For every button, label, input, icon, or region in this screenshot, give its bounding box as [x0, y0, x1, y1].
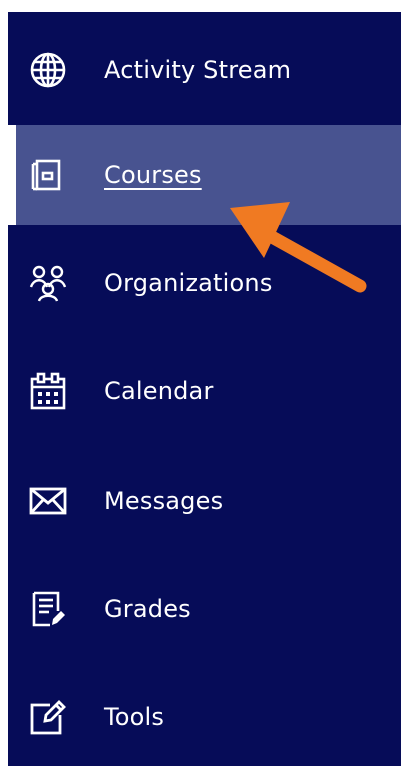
nav-item-messages[interactable]: Messages — [8, 451, 401, 551]
nav-item-grades[interactable]: Grades — [8, 559, 401, 659]
nav-item-activity-stream[interactable]: Activity Stream — [8, 20, 401, 120]
nav-item-calendar[interactable]: Calendar — [8, 341, 401, 441]
grades-icon — [28, 589, 68, 629]
people-icon — [28, 263, 68, 303]
nav-item-label: Grades — [104, 595, 191, 623]
nav-item-label: Messages — [104, 487, 224, 515]
courses-icon — [28, 155, 68, 195]
nav-item-tools[interactable]: Tools — [8, 667, 401, 766]
nav-item-label: Activity Stream — [104, 56, 292, 84]
nav-item-label: Courses — [104, 161, 202, 189]
nav-item-courses[interactable]: Courses — [8, 125, 401, 225]
nav-item-label: Organizations — [104, 269, 273, 297]
nav-item-organizations[interactable]: Organizations — [8, 233, 401, 333]
main-navigation: Activity Stream Courses Organizations Ca… — [8, 12, 401, 766]
tools-icon — [28, 697, 68, 737]
envelope-icon — [28, 481, 68, 521]
nav-item-label: Tools — [104, 703, 165, 731]
nav-item-label: Calendar — [104, 377, 214, 405]
calendar-icon — [28, 371, 68, 411]
globe-icon — [28, 50, 68, 90]
